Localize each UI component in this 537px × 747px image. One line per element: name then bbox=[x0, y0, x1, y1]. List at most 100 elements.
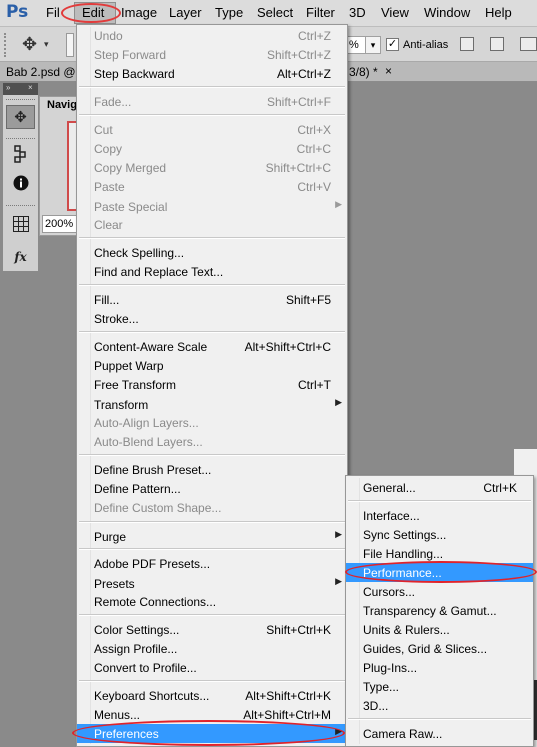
menu-item-shortcut: Alt+Shift+Ctrl+K bbox=[245, 689, 331, 703]
menu-item-transform[interactable]: Transform ▶ bbox=[77, 395, 347, 414]
menu-item-menus[interactable]: Menus... Alt+Shift+Ctrl+M bbox=[77, 705, 347, 724]
tools-panel: » × ✥ fx bbox=[2, 82, 39, 272]
menu-item-label: Puppet Warp bbox=[94, 359, 164, 373]
menu-item-label: Check Spelling... bbox=[94, 246, 185, 260]
menu-item-label: Stroke... bbox=[94, 312, 139, 326]
menu-item-copy-merged: Copy Merged Shift+Ctrl+C bbox=[77, 158, 347, 177]
menu-item-purge[interactable]: Purge ▶ bbox=[77, 527, 347, 546]
menu-item-convert-to-profile[interactable]: Convert to Profile... bbox=[77, 658, 347, 677]
menu-item-define-pattern[interactable]: Define Pattern... bbox=[77, 479, 347, 498]
menu-item-stroke[interactable]: Stroke... bbox=[77, 309, 347, 328]
menu-item-label: Clear bbox=[94, 218, 123, 232]
menu-item-label: Cursors... bbox=[363, 585, 416, 599]
menu-item-presets[interactable]: Presets ▶ bbox=[77, 574, 347, 593]
menu-item-performance[interactable]: Performance... bbox=[346, 563, 533, 582]
menu-item-label: Camera Raw... bbox=[363, 727, 443, 741]
menu-image[interactable]: Image bbox=[121, 5, 157, 20]
menu-item-transparency-and-gamut[interactable]: Transparency & Gamut... bbox=[346, 601, 533, 620]
grid-icon[interactable] bbox=[6, 216, 35, 240]
align-icon[interactable] bbox=[490, 37, 504, 51]
menu-type[interactable]: Type bbox=[215, 5, 243, 20]
menu-item-shortcut: Ctrl+C bbox=[296, 142, 331, 156]
menu-window[interactable]: Window bbox=[424, 5, 470, 20]
menu-separator bbox=[79, 86, 345, 88]
puppet-tool-icon[interactable]: ✥ bbox=[22, 34, 37, 55]
menu-item-label: Plug-Ins... bbox=[363, 661, 418, 675]
menu-item-free-transform[interactable]: Free Transform Ctrl+T bbox=[77, 375, 347, 394]
percent-field[interactable]: % bbox=[347, 36, 367, 54]
menu-view[interactable]: View bbox=[381, 5, 409, 20]
menu-item-label: Transparency & Gamut... bbox=[363, 604, 497, 618]
document-tab-title[interactable]: Bab 2.psd @ bbox=[6, 65, 76, 79]
menu-item-define-custom-shape: Define Custom Shape... bbox=[77, 498, 347, 517]
menu-layer[interactable]: Layer bbox=[169, 5, 202, 20]
menu-file[interactable]: Fil bbox=[46, 5, 60, 20]
menu-item-3d[interactable]: 3D... bbox=[346, 696, 533, 715]
menu-item-guides-grid-and-slices[interactable]: Guides, Grid & Slices... bbox=[346, 639, 533, 658]
menu-item-label: Define Pattern... bbox=[94, 482, 181, 496]
menu-item-label: Define Brush Preset... bbox=[94, 463, 212, 477]
menu-item-check-spelling[interactable]: Check Spelling... bbox=[77, 243, 347, 262]
menu-item-color-settings[interactable]: Color Settings... Shift+Ctrl+K bbox=[77, 620, 347, 639]
menu-item-interface[interactable]: Interface... bbox=[346, 506, 533, 525]
menu-item-plug-ins[interactable]: Plug-Ins... bbox=[346, 658, 533, 677]
menu-item-step-backward[interactable]: Step Backward Alt+Ctrl+Z bbox=[77, 64, 347, 83]
menu-item-shortcut: Shift+Ctrl+F bbox=[266, 95, 331, 109]
menu-3d[interactable]: 3D bbox=[349, 5, 366, 20]
menu-separator bbox=[79, 114, 345, 116]
menu-item-label: Undo bbox=[94, 29, 123, 43]
menu-separator bbox=[79, 548, 345, 550]
submenu-arrow-icon: ▶ bbox=[335, 199, 342, 209]
menu-item-label: Adobe PDF Presets... bbox=[94, 557, 211, 571]
menu-help[interactable]: Help bbox=[485, 5, 512, 20]
menu-item-keyboard-shortcuts[interactable]: Keyboard Shortcuts... Alt+Shift+Ctrl+K bbox=[77, 686, 347, 705]
edit-menu: Undo Ctrl+Z Step Forward Shift+Ctrl+Z Step B… bbox=[76, 24, 348, 747]
percent-dropdown-icon[interactable]: ▾ bbox=[365, 36, 381, 54]
menu-item-label: Sync Settings... bbox=[363, 528, 447, 542]
menu-item-fill[interactable]: Fill... Shift+F5 bbox=[77, 290, 347, 309]
collapse-icon[interactable]: » bbox=[6, 83, 10, 92]
menu-item-type[interactable]: Type... bbox=[346, 677, 533, 696]
menu-item-label: Transform bbox=[94, 398, 149, 412]
menu-item-define-brush-preset[interactable]: Define Brush Preset... bbox=[77, 460, 347, 479]
menu-item-label: Guides, Grid & Slices... bbox=[363, 642, 488, 656]
anti-alias-checkbox[interactable]: ✓ bbox=[386, 38, 399, 51]
menu-item-assign-profile[interactable]: Assign Profile... bbox=[77, 639, 347, 658]
menu-item-copy: Copy Ctrl+C bbox=[77, 139, 347, 158]
menu-item-find-and-replace-text[interactable]: Find and Replace Text... bbox=[77, 262, 347, 281]
move-tool-icon[interactable]: ✥ bbox=[6, 105, 35, 129]
document-tab-title-tail[interactable]: 3/8) * bbox=[349, 65, 378, 79]
anti-alias-label: Anti-alias bbox=[403, 39, 449, 51]
menu-filter[interactable]: Filter bbox=[306, 5, 335, 20]
menu-item-cursors[interactable]: Cursors... bbox=[346, 582, 533, 601]
menu-item-file-handling[interactable]: File Handling... bbox=[346, 544, 533, 563]
menu-item-shortcut: Alt+Shift+Ctrl+C bbox=[244, 340, 331, 354]
arrange-icon[interactable] bbox=[520, 37, 537, 51]
menu-item-remote-connections[interactable]: Remote Connections... bbox=[77, 592, 347, 611]
menu-item-camera-raw[interactable]: Camera Raw... bbox=[346, 724, 533, 743]
menu-item-shortcut: Shift+Ctrl+C bbox=[265, 161, 331, 175]
menu-item-paste-special: Paste Special ▶ bbox=[77, 197, 347, 216]
menu-item-general[interactable]: General... Ctrl+K bbox=[346, 478, 533, 497]
menu-item-shortcut: Ctrl+X bbox=[297, 123, 331, 137]
panel-close-icon[interactable]: × bbox=[28, 83, 33, 92]
menu-item-units-and-rulers[interactable]: Units & Rulers... bbox=[346, 620, 533, 639]
menu-item-adobe-pdf-presets[interactable]: Adobe PDF Presets... bbox=[77, 554, 347, 573]
navigator-title[interactable]: Navig bbox=[47, 99, 77, 111]
menu-item-label: Copy bbox=[94, 142, 123, 156]
options-grip[interactable] bbox=[4, 33, 12, 57]
menu-item-puppet-warp[interactable]: Puppet Warp bbox=[77, 356, 347, 375]
fx-icon[interactable]: fx bbox=[6, 245, 35, 269]
tab-close-icon[interactable]: × bbox=[385, 64, 392, 78]
menu-item-content-aware-scale[interactable]: Content-Aware Scale Alt+Shift+Ctrl+C bbox=[77, 337, 347, 356]
options-field-edge[interactable] bbox=[66, 33, 74, 57]
menu-item-sync-settings[interactable]: Sync Settings... bbox=[346, 525, 533, 544]
tool-preset-dropdown-icon[interactable]: ▾ bbox=[44, 39, 49, 50]
menu-separator bbox=[79, 284, 345, 286]
menu-item-preferences[interactable]: Preferences ▶ bbox=[77, 724, 347, 743]
menu-select[interactable]: Select bbox=[257, 5, 293, 20]
navigator-zoom-field[interactable]: 200% bbox=[42, 215, 78, 233]
selection-mode-icon[interactable] bbox=[460, 37, 474, 51]
info-icon[interactable] bbox=[6, 175, 35, 199]
history-brush-icon[interactable] bbox=[6, 145, 35, 169]
